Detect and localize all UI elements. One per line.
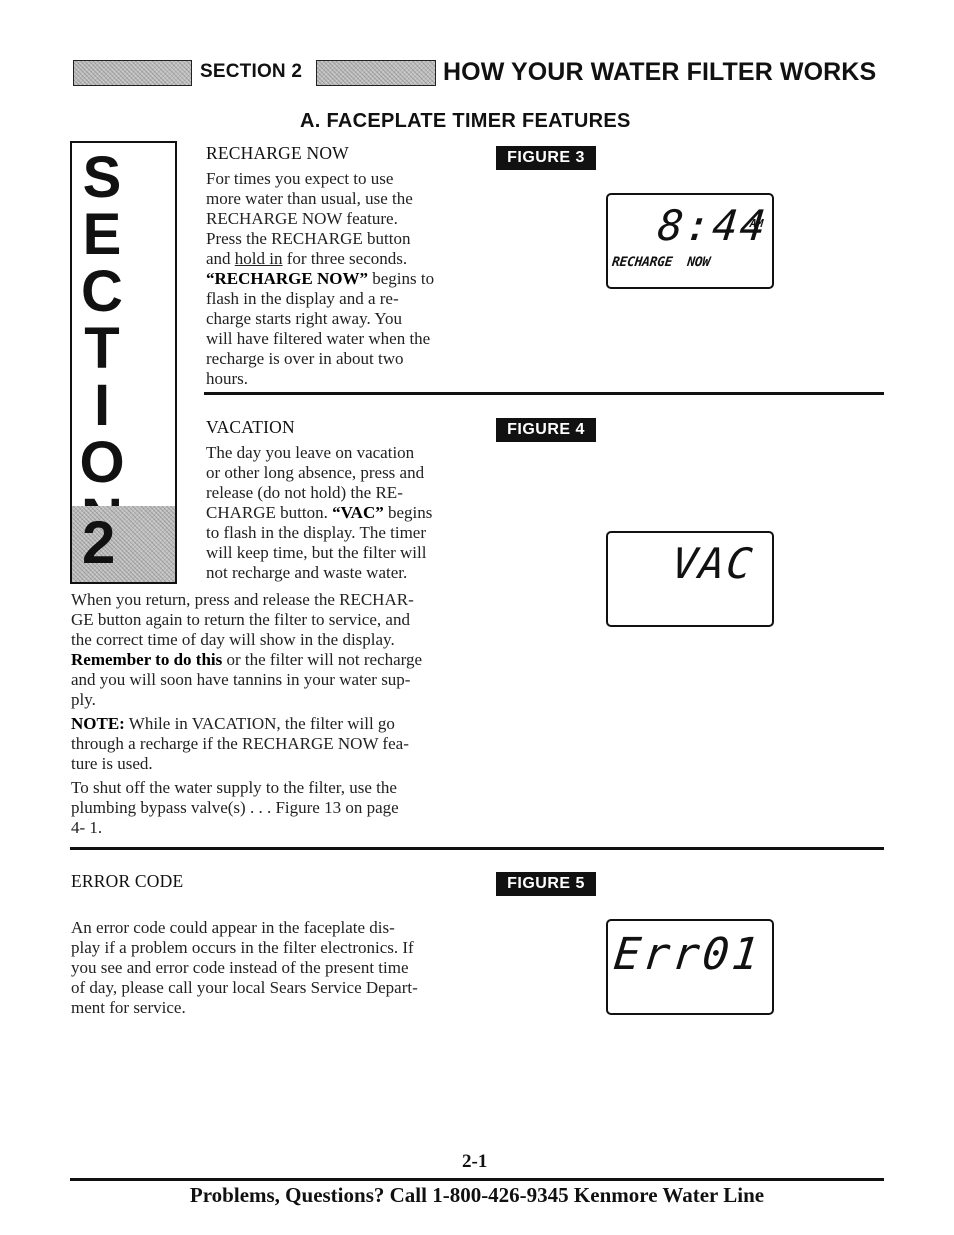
lcd-vac-text: VAC (669, 539, 757, 588)
figure-3-label: FIGURE 3 (496, 146, 596, 170)
text-line: release (do not hold) the RE- (206, 483, 403, 502)
text-line: charge starts right away. You (206, 309, 402, 328)
text-line: or other long absence, press and (206, 463, 425, 482)
figure-3-lcd-display: 8:44 AM RECHARGE NOW (606, 193, 774, 289)
text-line: will have filtered water when the (206, 329, 431, 348)
lcd-status: RECHARGE NOW (611, 255, 711, 270)
text-line: flash in the display and a re- (206, 289, 399, 308)
text-line: Press the RECHARGE button (206, 229, 411, 248)
text-span: CHARGE button. (206, 503, 333, 522)
header-decor-bar-right (316, 60, 436, 86)
text-line: plumbing bypass valve(s) . . . Figure 13… (71, 798, 399, 817)
page-title: HOW YOUR WATER FILTER WORKS (443, 58, 877, 86)
text-line: ture is used. (71, 754, 153, 773)
figure-4-lcd-display: VAC (606, 531, 774, 627)
text-line: the correct time of day will show in the… (71, 630, 395, 649)
text-span: While in VACATION, the filter will go (124, 714, 395, 733)
vacation-body: The day you leave on vacation or other l… (206, 443, 471, 583)
text-line: through a recharge if the RECHARGE NOW f… (71, 734, 409, 753)
text-line: “RECHARGE NOW” begins to (206, 269, 471, 289)
text-line: RECHARGE NOW feature. (206, 209, 398, 228)
figure-5-label: FIGURE 5 (496, 872, 596, 896)
section-divider (70, 847, 884, 850)
text-line: For times you expect to use (206, 169, 394, 188)
text-line: To shut off the water supply to the filt… (71, 778, 397, 797)
text-line: hours. (206, 369, 249, 388)
text-line: to flash in the display. The timer (206, 523, 427, 542)
side-tab-letter: I (93, 373, 111, 438)
text-line: An error code could appear in the facepl… (71, 918, 395, 937)
footer-rule (70, 1178, 884, 1181)
side-tab-letter: O (79, 430, 125, 495)
section-side-tab: S E C T I O N 2 (70, 141, 177, 584)
side-tab-letter: T (84, 316, 120, 381)
text-line: The day you leave on vacation (206, 443, 415, 462)
text-line: NOTE: While in VACATION, the filter will… (71, 714, 471, 734)
recharge-now-heading: RECHARGE NOW (206, 143, 349, 163)
text-line: more water than usual, use the (206, 189, 413, 208)
side-tab-letter: S (82, 145, 122, 210)
text-line: GE button again to return the filter to … (71, 610, 410, 629)
side-tab-number-block: 2 (72, 506, 175, 582)
text-span: for three seconds. (282, 249, 408, 268)
text-line: recharge is over in about two (206, 349, 404, 368)
text-line: not recharge and waste water. (206, 563, 408, 582)
text-span: or the filter will not recharge (222, 650, 423, 669)
error-code-body: An error code could appear in the facepl… (71, 918, 471, 1018)
emphasis-bold: “VAC” (332, 503, 384, 522)
footer-text: Problems, Questions? Call 1-800-426-9345… (189, 1183, 765, 1207)
emphasis-bold: “RECHARGE NOW” (206, 269, 368, 288)
emphasis-bold: NOTE: (71, 714, 125, 733)
text-line: Remember to do this or the filter will n… (71, 650, 471, 670)
text-line: of day, please call your local Sears Ser… (71, 978, 418, 997)
subtitle: A. FACEPLATE TIMER FEATURES (300, 110, 631, 132)
text-line: will keep time, but the filter will (206, 543, 427, 562)
side-tab-letters: S E C T I O N (72, 145, 132, 549)
page-number: 2-1 (462, 1151, 488, 1172)
vacation-heading: VACATION (206, 417, 295, 437)
lcd-error-text: Err01 (611, 929, 765, 980)
lcd-ampm: AM (749, 217, 764, 230)
side-tab-letter: C (81, 259, 123, 324)
emphasis-bold: Remember to do this (71, 650, 223, 669)
section-divider (204, 392, 884, 395)
text-span: begins (383, 503, 433, 522)
section-label: SECTION 2 (200, 61, 303, 82)
side-tab-letter: E (82, 202, 122, 267)
figure-4-label: FIGURE 4 (496, 418, 596, 442)
text-span: and (206, 249, 235, 268)
error-code-heading: ERROR CODE (71, 871, 184, 891)
header-decor-bar-left (73, 60, 192, 86)
text-line: you see and error code instead of the pr… (71, 958, 409, 977)
recharge-now-body: For times you expect to use more water t… (206, 169, 471, 389)
text-line: and hold in for three seconds. (206, 249, 471, 269)
emphasis-underline: hold in (234, 249, 283, 268)
text-line: When you return, press and release the R… (71, 590, 414, 609)
figure-5-lcd-display: Err01 (606, 919, 774, 1015)
text-line: ment for service. (71, 998, 186, 1017)
text-span: begins to (367, 269, 435, 288)
vacation-return-body: When you return, press and release the R… (71, 590, 471, 838)
side-tab-number: 2 (82, 509, 116, 576)
text-line: ply. (71, 690, 96, 709)
text-line: CHARGE button. “VAC” begins (206, 503, 471, 523)
text-line: play if a problem occurs in the filter e… (71, 938, 414, 957)
text-line: 4- 1. (71, 818, 103, 837)
text-line: and you will soon have tannins in your w… (71, 670, 411, 689)
